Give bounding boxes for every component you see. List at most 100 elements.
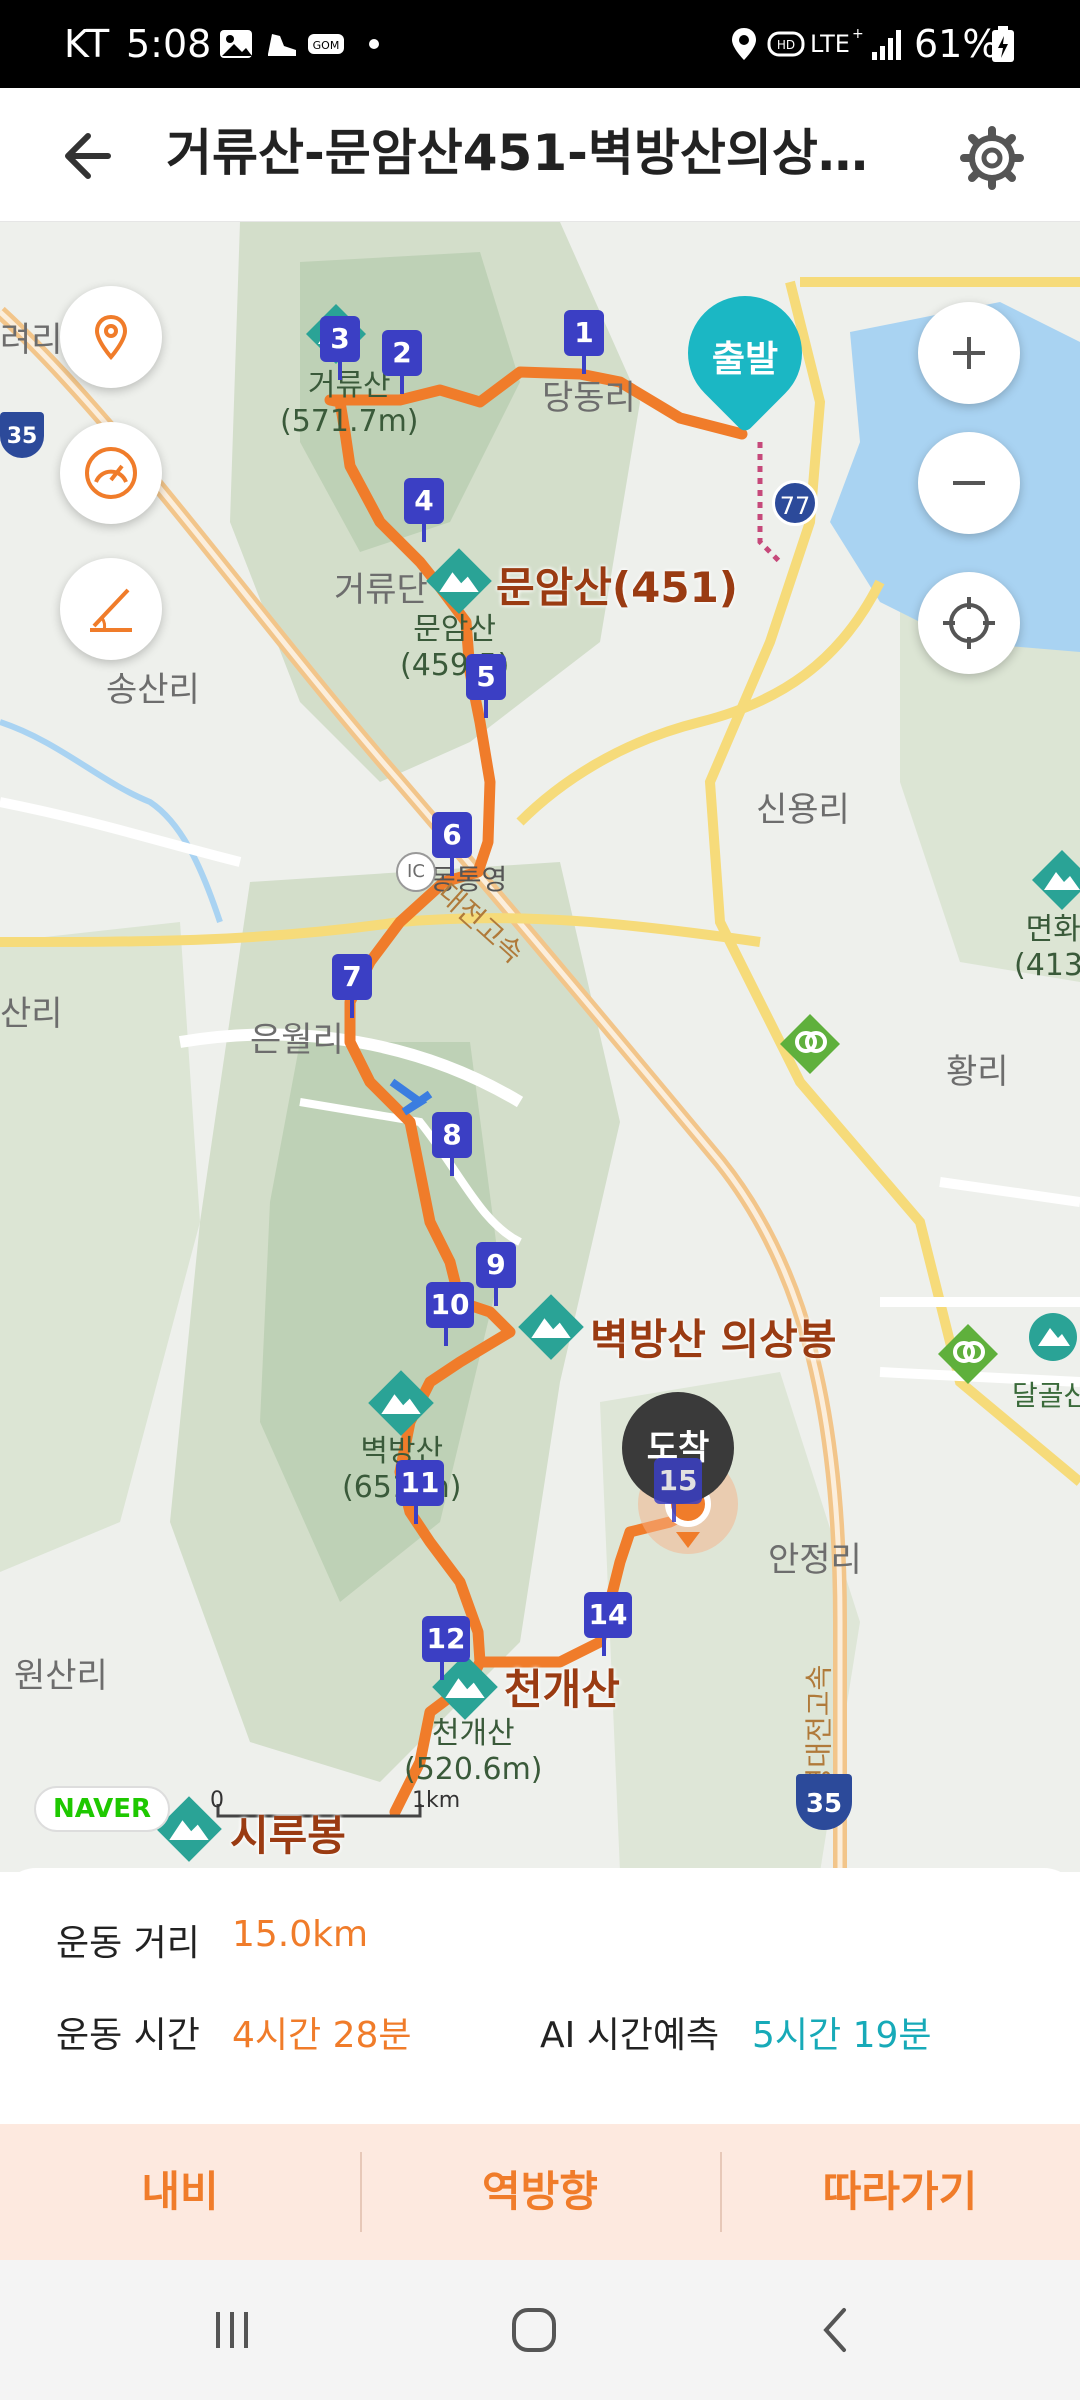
distance-label: 운동 거리	[56, 1923, 200, 1964]
naver-logo: NAVER	[34, 1786, 170, 1832]
waypoint-4[interactable]: 4	[404, 478, 444, 542]
shoe-icon	[268, 34, 296, 56]
svg-text:HD: HD	[777, 38, 795, 52]
waypoint-10[interactable]: 10	[426, 1282, 474, 1346]
waypoint-14[interactable]: 14	[584, 1592, 632, 1656]
gear-icon[interactable]	[958, 124, 1026, 192]
scale-label: 1km	[412, 1788, 461, 1813]
waypoint-9[interactable]: 9	[476, 1242, 516, 1306]
road-badge-35-bottom: 35	[796, 1774, 852, 1830]
peak-badge-icon[interactable]	[1028, 1312, 1078, 1362]
crosshair-icon	[943, 597, 995, 649]
waypoint-15[interactable]: 15	[654, 1458, 702, 1522]
waypoint-3[interactable]: 3	[320, 316, 360, 380]
time-label: 운동 시간	[56, 2015, 200, 2056]
place-wonsanri: 원산리	[14, 1656, 108, 1696]
peak-cheongaesan-small-label: 천개산 (520.6m)	[404, 1716, 543, 1787]
navigate-button[interactable]: 내비	[0, 2124, 360, 2260]
ai-time-label: AI 시간예측	[540, 2015, 720, 2056]
svg-text:GOM: GOM	[313, 39, 340, 52]
back-icon	[823, 2308, 846, 2352]
waypoint-1[interactable]: 1	[564, 310, 604, 374]
place-georyudan: 거류단	[334, 570, 428, 610]
signal-icon	[872, 30, 901, 60]
route-stats-panel: 운동 거리 15.0km 운동 시간 4시간 28분 AI 시간예측 5시간 1…	[0, 1868, 1080, 2124]
location-icon	[732, 28, 756, 60]
gom-icon: GOM	[308, 34, 344, 54]
speed-button[interactable]	[60, 422, 162, 524]
location-pin-button[interactable]	[60, 286, 162, 388]
waypoint-8[interactable]: 8	[432, 1112, 472, 1176]
status-bar: KT 5:08 GOM HD LTE + 61%	[0, 0, 1080, 88]
place-sinyongri: 신용리	[756, 790, 850, 830]
peak-byeokbangsan-label: 벽방산 의상봉	[590, 1315, 837, 1364]
peak-sirubong-label: 시루봉	[230, 1811, 346, 1860]
slope-button[interactable]	[60, 558, 162, 660]
forest-icon[interactable]	[936, 1322, 1000, 1386]
route-map[interactable]: 려리 송산리 당동리 거류단 신용리 은월리 산리 황리 안정리 원산리 동통영…	[0, 222, 1080, 1872]
recent-apps-icon	[216, 2312, 248, 2348]
distance-value: 15.0km	[232, 1914, 369, 1955]
peak-myeonhwa-label: 면화(413.	[1014, 912, 1080, 983]
scale-zero: 0	[210, 1788, 224, 1813]
system-nav-bar	[0, 2260, 1080, 2400]
place-dalgolsan: 달골산	[1012, 1379, 1080, 1412]
battery-icon	[992, 26, 1014, 62]
app-header: 거류산-문암산451-벽방산의상…	[0, 88, 1080, 222]
waypoint-5[interactable]: 5	[466, 654, 506, 718]
place-ryeori: 려리	[0, 320, 63, 360]
recent-apps-button[interactable]	[182, 2290, 282, 2370]
slope-icon	[90, 588, 132, 632]
carrier-label: KT	[64, 22, 110, 66]
waypoint-11[interactable]: 11	[396, 1460, 444, 1524]
map-base	[0, 222, 1080, 1872]
place-sanri: 산리	[0, 994, 63, 1034]
start-label: 출발	[711, 339, 779, 380]
svg-text:LTE: LTE	[810, 30, 850, 58]
zoom-in-icon	[953, 337, 985, 369]
image-icon	[220, 30, 252, 58]
zoom-out-icon	[953, 481, 985, 485]
back-arrow-icon[interactable]	[50, 114, 134, 198]
location-pin-icon	[94, 314, 128, 361]
road-badge-35-left: 35	[0, 412, 44, 458]
reverse-button[interactable]: 역방향	[360, 2124, 720, 2260]
clock: 5:08	[126, 22, 212, 66]
waypoint-7[interactable]: 7	[332, 954, 372, 1018]
waypoint-12[interactable]: 12	[422, 1616, 470, 1680]
road-badge-77: 77	[772, 480, 818, 526]
place-dangdongri: 당동리	[542, 378, 636, 418]
hd-icon: HD	[767, 31, 805, 57]
place-hwangri: 황리	[946, 1052, 1009, 1092]
place-anjeongri: 안정리	[768, 1540, 862, 1580]
home-button[interactable]	[484, 2290, 584, 2370]
lte-icon: LTE +	[810, 26, 864, 58]
system-back-button[interactable]	[786, 2290, 886, 2370]
mountain-icon[interactable]	[424, 546, 494, 616]
battery-percent: 61%	[914, 22, 999, 66]
zoom-in-button[interactable]	[918, 302, 1020, 404]
my-location-button[interactable]	[918, 572, 1020, 674]
time-value: 4시간 28분	[232, 2015, 412, 2056]
ic-badge: IC	[396, 852, 436, 892]
speedometer-icon	[85, 447, 137, 499]
place-songsanri: 송산리	[106, 670, 200, 710]
svg-text:+: +	[852, 26, 864, 42]
zoom-out-button[interactable]	[918, 432, 1020, 534]
peak-cheongaesan-label: 천개산	[504, 1665, 620, 1714]
action-bar: 내비 역방향 따라가기	[0, 2124, 1080, 2260]
dot-icon	[369, 39, 379, 49]
mountain-icon[interactable]	[516, 1292, 586, 1362]
home-icon	[512, 2308, 556, 2352]
route-title: 거류산-문암산451-벽방산의상…	[166, 124, 868, 182]
ai-time-value: 5시간 19분	[752, 2015, 932, 2056]
peak-munamsan-label: 문암산(451)	[496, 563, 738, 612]
place-eunwolri: 은월리	[250, 1020, 344, 1060]
waypoint-2[interactable]: 2	[382, 330, 422, 394]
mountain-icon[interactable]	[1030, 848, 1080, 912]
forest-icon[interactable]	[778, 1012, 842, 1076]
waypoint-6[interactable]: 6	[432, 812, 472, 876]
mountain-icon[interactable]	[366, 1368, 436, 1438]
follow-button[interactable]: 따라가기	[720, 2124, 1080, 2260]
peak-georyusan-label: 거류산 (571.7m)	[280, 368, 419, 439]
